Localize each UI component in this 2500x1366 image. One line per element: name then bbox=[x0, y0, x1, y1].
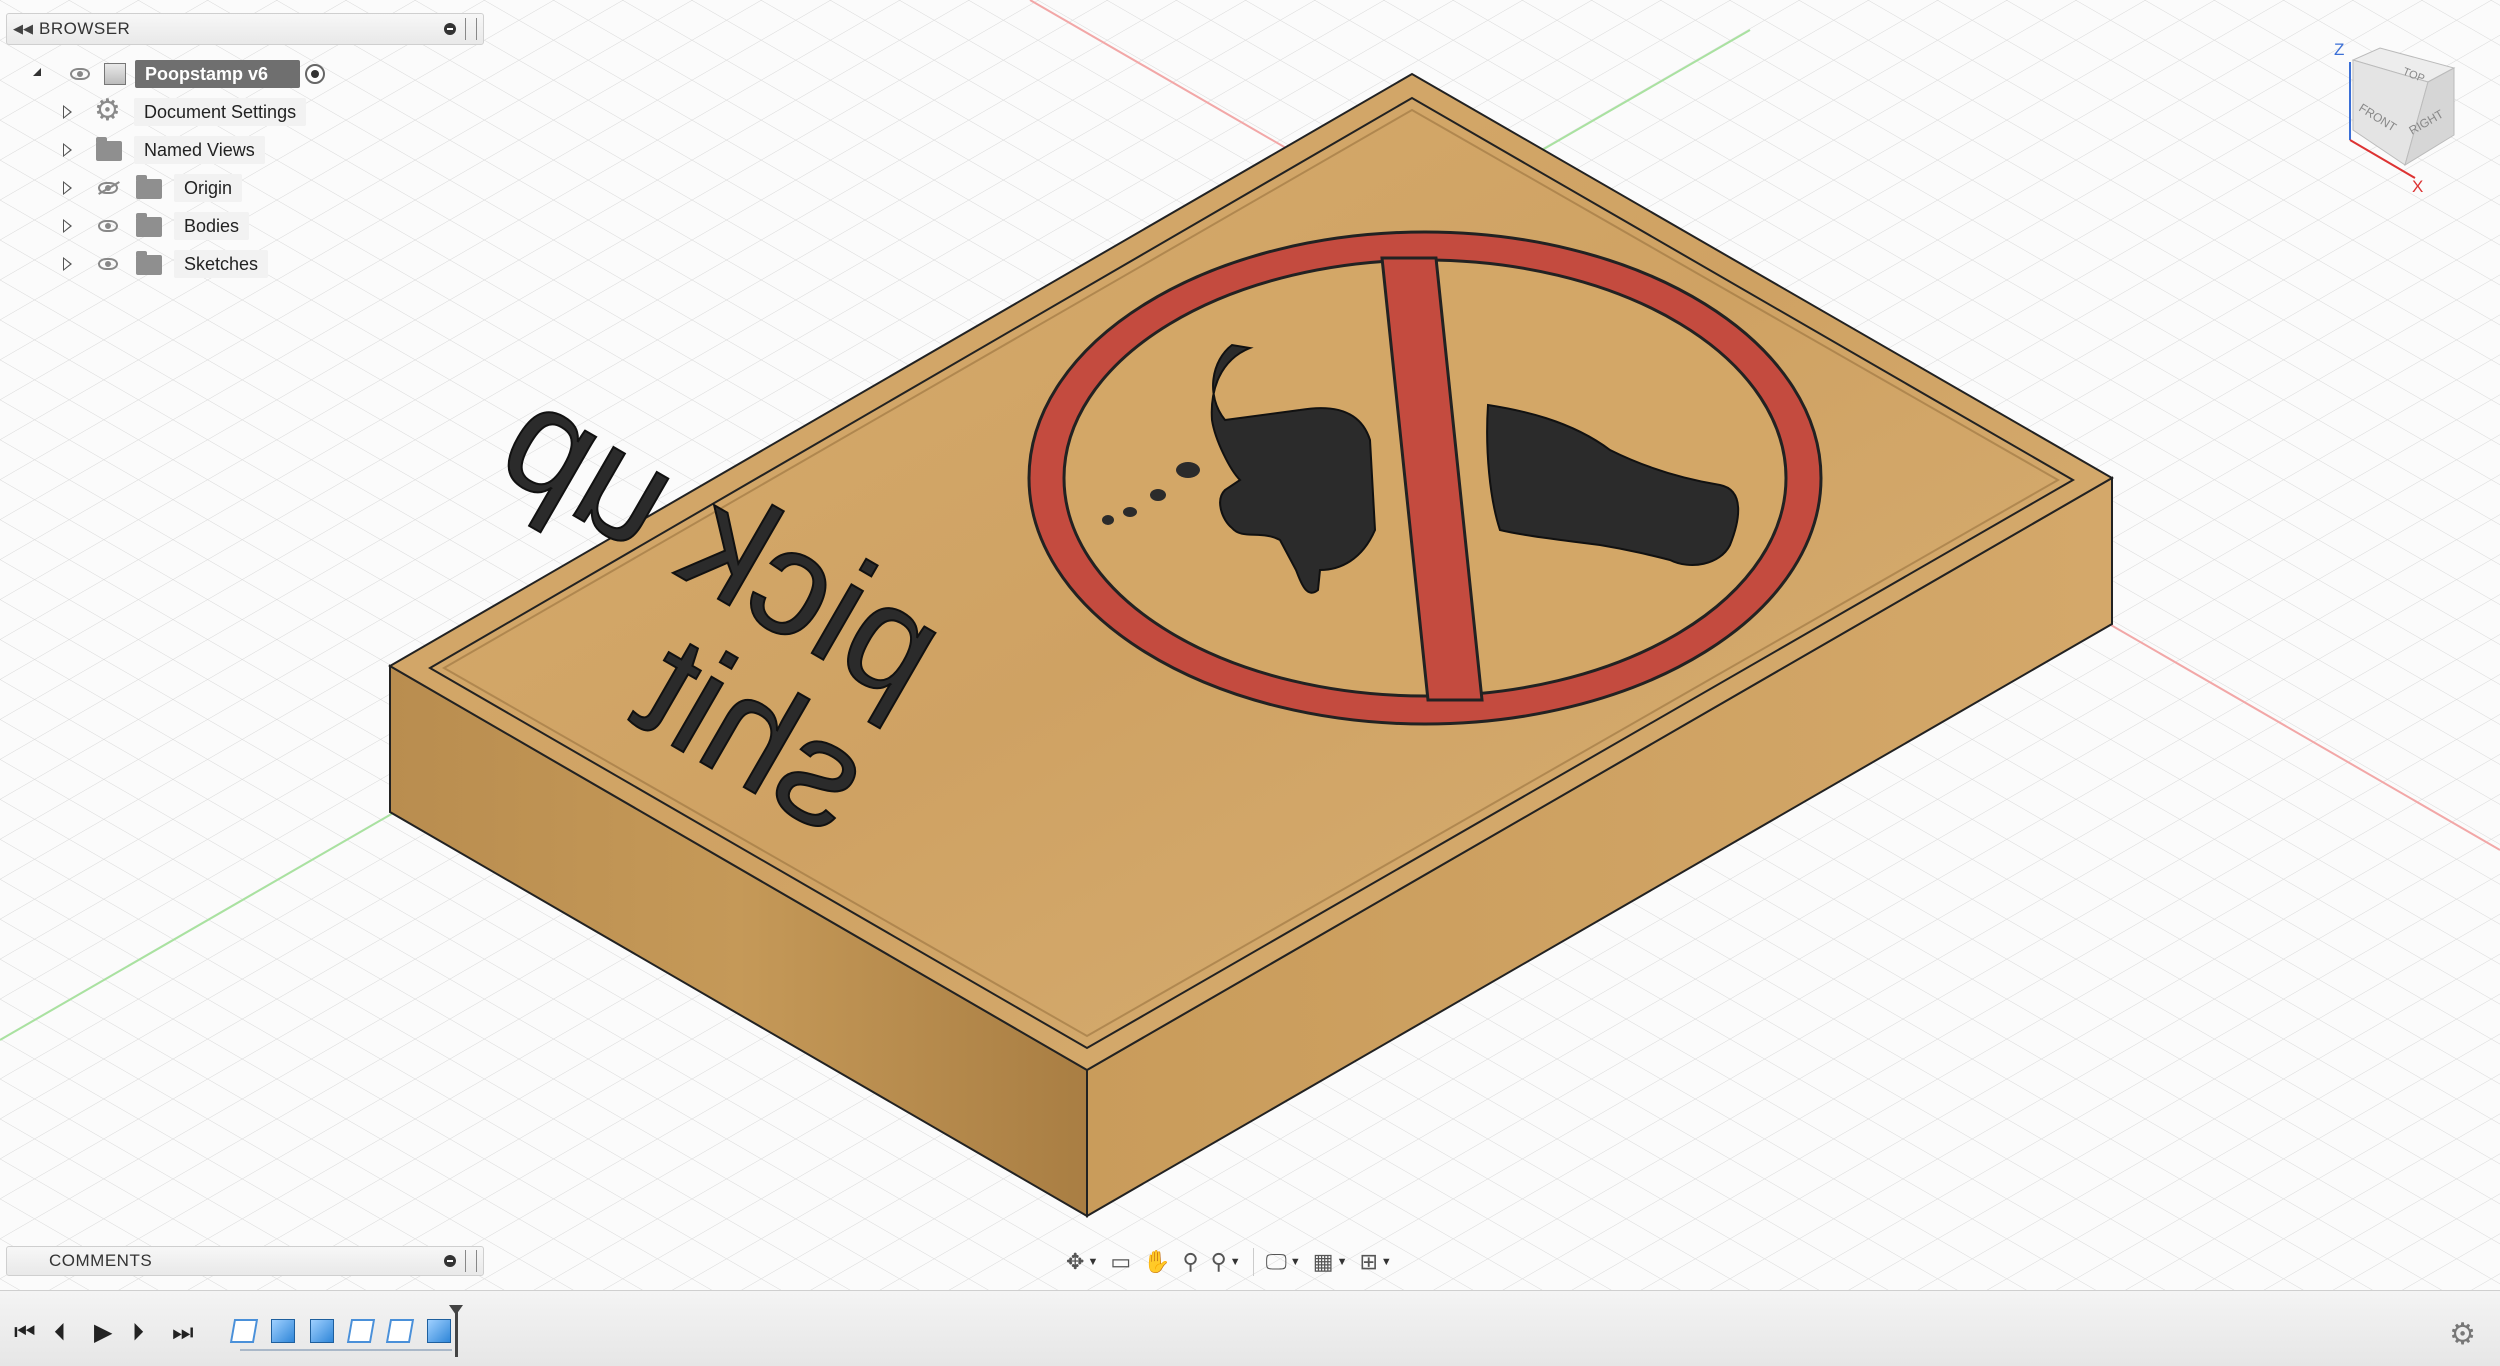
folder-icon bbox=[136, 175, 162, 199]
dropping-1 bbox=[1176, 462, 1200, 478]
viewports-icon[interactable]: ⊞ ▼ bbox=[1355, 1246, 1395, 1278]
comments-title: COMMENTS bbox=[49, 1251, 153, 1270]
eye-hidden-icon[interactable] bbox=[98, 182, 118, 194]
timeline-sketch-icon[interactable] bbox=[229, 1319, 259, 1343]
orbit-icon[interactable]: ✥ ▼ bbox=[1062, 1246, 1102, 1278]
timeline-marker[interactable] bbox=[449, 1305, 463, 1357]
collapse-panel-icon[interactable]: ◀◀ bbox=[7, 21, 39, 37]
dropping-2 bbox=[1150, 489, 1166, 501]
timeline-extrude-icon[interactable] bbox=[427, 1319, 451, 1343]
timeline-sketch-icon[interactable] bbox=[346, 1319, 376, 1343]
eye-icon[interactable] bbox=[70, 68, 90, 80]
navigation-toolbar: ✥ ▼ ▭ ✋ ⚲ ⚲ ▼ 🖵 ▼ ▦ ▼ ⊞ ▼ bbox=[1062, 1244, 1396, 1280]
eye-icon[interactable] bbox=[98, 258, 118, 270]
tree-item-label: Document Settings bbox=[134, 98, 307, 126]
folder-icon bbox=[136, 213, 162, 237]
tree-item-label: Bodies bbox=[174, 212, 250, 240]
expand-arrow-icon[interactable] bbox=[63, 143, 72, 157]
collapse-arrow-icon[interactable] bbox=[33, 68, 41, 76]
fit-icon[interactable]: ⚲ ▼ bbox=[1207, 1246, 1245, 1278]
expand-arrow-icon[interactable] bbox=[63, 219, 72, 233]
timeline-extrude-icon[interactable] bbox=[310, 1319, 334, 1343]
tree-item-label: Named Views bbox=[134, 136, 265, 164]
tree-item-origin[interactable]: Origin bbox=[0, 172, 480, 204]
add-comment-icon[interactable] bbox=[439, 1250, 461, 1272]
activate-radio-icon[interactable] bbox=[305, 64, 325, 84]
folder-icon bbox=[136, 251, 162, 275]
zoom-icon[interactable]: ⚲ bbox=[1179, 1246, 1203, 1278]
pan-icon[interactable]: ✋ bbox=[1139, 1246, 1174, 1278]
browser-title: BROWSER bbox=[39, 19, 131, 38]
timeline-extrude-icon[interactable] bbox=[271, 1319, 295, 1343]
tree-item-named-views[interactable]: Named Views bbox=[0, 134, 480, 166]
expand-arrow-icon[interactable] bbox=[63, 105, 72, 119]
play-icon[interactable]: ▶ bbox=[94, 1321, 112, 1345]
step-back-icon[interactable]: ⏴ bbox=[54, 1321, 66, 1345]
go-to-end-icon[interactable]: ⏭ bbox=[172, 1321, 194, 1345]
panel-grip-icon[interactable] bbox=[465, 18, 477, 40]
gear-icon: ⚙ bbox=[94, 94, 121, 127]
comments-grip-icon[interactable] bbox=[465, 1250, 477, 1272]
expand-arrow-icon[interactable] bbox=[63, 257, 72, 271]
toolbar-divider bbox=[1252, 1248, 1254, 1276]
pin-icon[interactable] bbox=[439, 18, 461, 40]
look-at-icon[interactable]: ▭ bbox=[1106, 1246, 1135, 1278]
tree-item-sketches[interactable]: Sketches bbox=[0, 248, 480, 280]
tree-root-row[interactable]: Poopstamp v6 bbox=[0, 58, 480, 90]
viewcube-z-label: Z bbox=[2334, 40, 2344, 59]
timeline-bar: ⏮ ⏴ ▶ ⏵ ⏭ ⚙ bbox=[0, 1290, 2500, 1366]
viewcube-x-label: X bbox=[2412, 177, 2423, 196]
tree-item-document-settings[interactable]: ⚙ Document Settings bbox=[0, 96, 480, 128]
dropping-4 bbox=[1102, 515, 1114, 525]
grid-settings-icon[interactable]: ▦ ▼ bbox=[1309, 1246, 1352, 1278]
component-icon bbox=[104, 63, 126, 85]
timeline-track bbox=[240, 1349, 452, 1351]
tree-item-label: Origin bbox=[174, 174, 243, 202]
eye-icon[interactable] bbox=[98, 220, 118, 232]
folder-icon bbox=[96, 137, 122, 161]
tree-item-bodies[interactable]: Bodies bbox=[0, 210, 480, 242]
expand-arrow-icon[interactable] bbox=[63, 181, 72, 195]
timeline-settings-gear-icon[interactable]: ⚙ bbox=[2449, 1317, 2476, 1352]
tree-item-label: Sketches bbox=[174, 250, 269, 278]
step-forward-icon[interactable]: ⏵ bbox=[132, 1321, 144, 1345]
tree-root-label[interactable]: Poopstamp v6 bbox=[135, 60, 300, 88]
go-to-start-icon[interactable]: ⏮ bbox=[14, 1321, 36, 1345]
comments-panel-header[interactable]: COMMENTS bbox=[6, 1246, 484, 1276]
dropping-3 bbox=[1123, 507, 1137, 517]
timeline-sketch-icon[interactable] bbox=[385, 1319, 415, 1343]
display-settings-icon[interactable]: 🖵 ▼ bbox=[1262, 1246, 1305, 1278]
browser-panel-header[interactable]: ◀◀ BROWSER bbox=[6, 13, 484, 45]
